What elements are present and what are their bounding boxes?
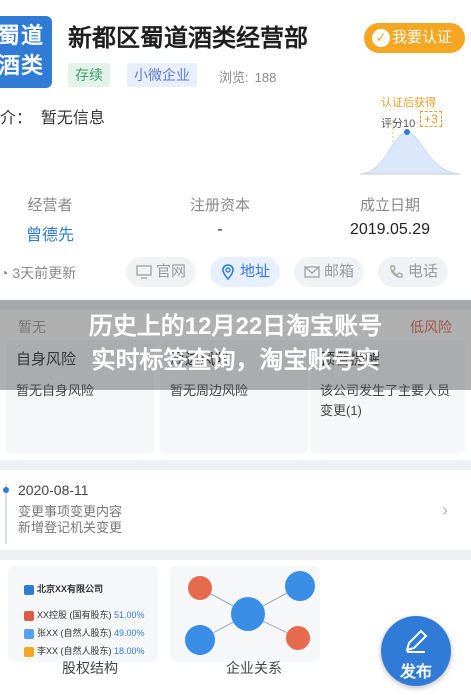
- stat-label: 注册资本: [189, 197, 250, 214]
- change-timeline[interactable]: 2020-08-11 变更事项变更内容 新增登记机关变更 ›: [0, 470, 471, 550]
- pill-label: 官网: [156, 263, 187, 280]
- timeline-text: 变更事项变更内容 新增登记机关变更: [18, 504, 122, 536]
- pill-label: 电话: [408, 263, 439, 280]
- equity-row: 张XX (自然人股东) 49.00%: [24, 626, 145, 640]
- relation-diagram[interactable]: [170, 566, 320, 662]
- operator-link[interactable]: 曾德先: [10, 221, 90, 245]
- title-line-1: 历史上的12月22日淘宝账号: [88, 313, 383, 340]
- timeline-date: 2020-08-11: [18, 482, 89, 498]
- relation-node: [188, 576, 212, 600]
- relation-node: [185, 625, 215, 655]
- certify-button[interactable]: ✓ 我要认证: [364, 23, 465, 53]
- page: 蜀道 酒类 新都区蜀道酒类经营部 存续 小微企业 浏览: 188 ✓ 我要认证 介…: [0, 0, 471, 695]
- equity-label: 股权结构: [62, 660, 118, 676]
- check-shield-icon: ✓: [372, 29, 390, 47]
- publish-button[interactable]: 发布: [381, 616, 451, 686]
- status-tag: 存续: [68, 63, 110, 87]
- timeline-line-1: 变更事项变更内容: [18, 504, 123, 519]
- pill-phone[interactable]: 电话: [378, 257, 449, 287]
- stat-value: -: [217, 221, 223, 238]
- equity-row: XX控股 (国有股东) 51.00%: [24, 608, 145, 622]
- timeline-line: [3, 484, 9, 544]
- score-chart-score: 评分10: [381, 118, 416, 130]
- stat-label: 成立日期: [359, 197, 420, 214]
- views-counter: 浏览: 188: [219, 67, 276, 86]
- title-line-2: 实时标签查询，淘宝账号实: [91, 347, 380, 374]
- views-count: 188: [254, 70, 277, 85]
- location-pin-icon: [222, 264, 234, 280]
- timeline-line-2: 新增登记机关变更: [18, 520, 123, 535]
- phone-icon: [390, 265, 403, 278]
- article-title-banner: 历史上的12月22日淘宝账号 实时标签查询，淘宝账号实: [0, 300, 471, 390]
- pill-website[interactable]: 官网: [126, 257, 197, 287]
- pill-label: 邮箱: [324, 263, 355, 280]
- stat-value: 2019.05.29: [349, 221, 431, 238]
- stat-capital: 注册资本 -: [175, 194, 265, 239]
- update-text: 3天前更新: [12, 265, 77, 281]
- chevron-right-icon: ›: [442, 500, 448, 520]
- company-logo: 蜀道 酒类: [0, 16, 52, 88]
- score-chart-title: 认证后获得: [381, 97, 436, 109]
- clock-icon: ◔: [0, 265, 9, 281]
- pill-label: 地址: [240, 263, 271, 280]
- relation-graph: [185, 571, 315, 655]
- stat-founded: 成立日期 2019.05.29: [338, 194, 442, 239]
- article-title: 历史上的12月22日淘宝账号 实时标签查询，淘宝账号实: [0, 310, 471, 378]
- company-name: 新都区蜀道酒类经营部: [68, 25, 308, 52]
- logo-line-2: 酒类: [0, 53, 45, 78]
- relation-center-node: [231, 597, 265, 631]
- stat-label: 经营者: [27, 197, 73, 214]
- publish-label: 发布: [399, 664, 432, 681]
- company-intro: 介： 暂无信息: [0, 104, 105, 128]
- pill-email[interactable]: 邮箱: [294, 257, 365, 287]
- views-label: 浏览:: [219, 70, 249, 85]
- equity-top: 北京XX有限公司: [24, 582, 103, 596]
- stat-operator: 经营者 曾德先: [10, 194, 90, 245]
- relation-label: 企业关系: [226, 660, 282, 676]
- equity-row: 李XX (自然人股东) 18.00%: [24, 644, 145, 658]
- pill-address[interactable]: 地址: [210, 257, 281, 287]
- intro-label: 介：: [0, 110, 33, 127]
- monitor-icon: [136, 265, 152, 279]
- logo-line-1: 蜀道: [0, 23, 45, 48]
- certify-button-label: 我要认证: [392, 29, 453, 46]
- mail-icon: [304, 266, 320, 278]
- size-tag: 小微企业: [127, 63, 197, 87]
- pen-icon: [405, 629, 428, 653]
- update-time: ◔ 3天前更新: [0, 263, 76, 283]
- intro-value: 暂无信息: [40, 110, 105, 127]
- relation-node: [286, 626, 310, 650]
- equity-diagram[interactable]: 北京XX有限公司 XX控股 (国有股东) 51.00% 张XX (自然人股东) …: [8, 566, 158, 662]
- company-header: 蜀道 酒类 新都区蜀道酒类经营部 存续 小微企业 浏览: 188 ✓ 我要认证 介…: [0, 0, 471, 300]
- relation-node: [285, 571, 315, 601]
- score-chart-plus: +3: [420, 111, 442, 127]
